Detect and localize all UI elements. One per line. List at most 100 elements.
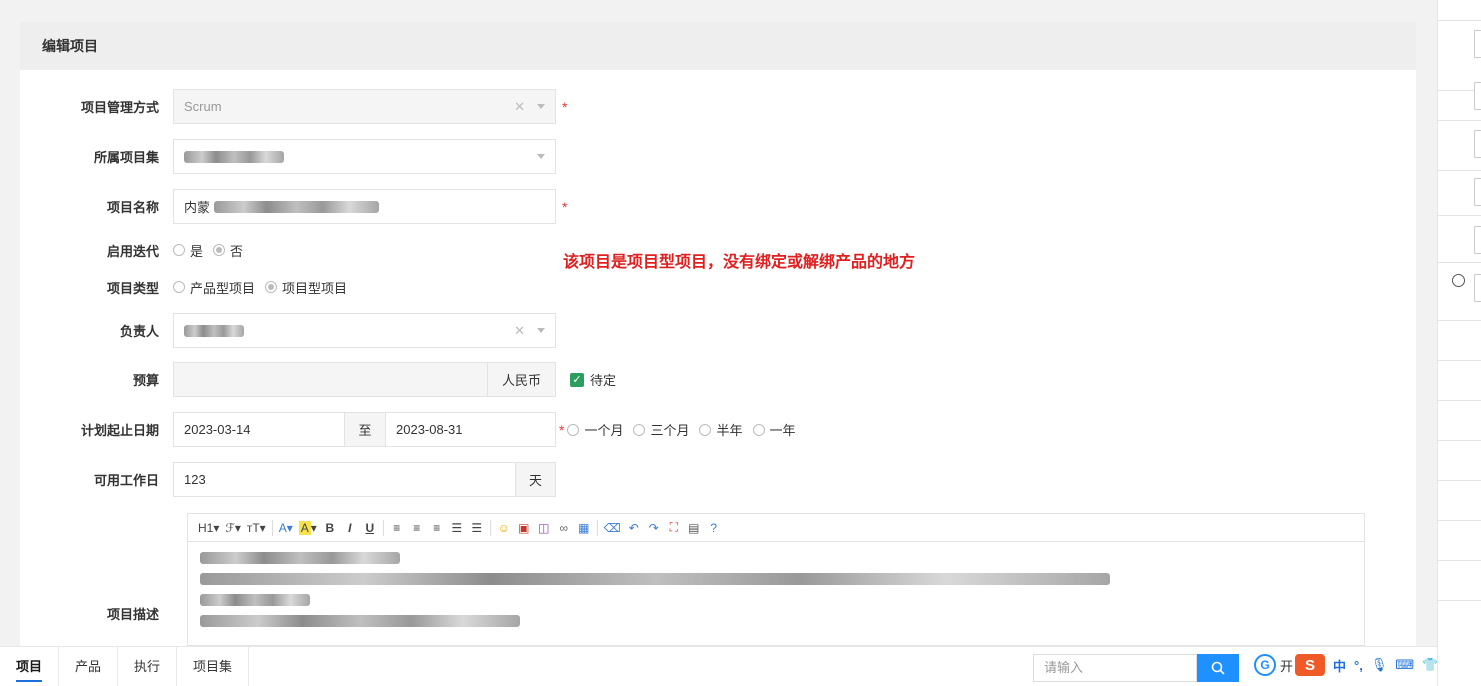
row-workdays: 可用工作日 123 天 [20, 462, 556, 497]
search-button[interactable] [1197, 654, 1239, 682]
italic-button[interactable]: I [343, 519, 357, 537]
code-icon[interactable]: ◫ [537, 519, 551, 537]
start-date-input[interactable]: 2023-03-14 [173, 412, 345, 447]
microphone-icon[interactable]: 🎙 [1371, 657, 1388, 673]
table-icon[interactable]: ▦ [577, 519, 591, 537]
required-mark: * [562, 198, 568, 215]
iteration-option-no[interactable]: 否 [213, 241, 243, 260]
iteration-radio-group: 是 否 [173, 241, 253, 260]
rail-divider [1438, 320, 1481, 321]
align-right-icon[interactable]: ≡ [430, 519, 444, 537]
rail-divider [1438, 480, 1481, 481]
rail-tab[interactable] [1474, 130, 1481, 158]
redo-icon[interactable]: ↷ [647, 519, 661, 537]
heading-button[interactable]: H1 ▾ [198, 519, 219, 537]
rail-tab[interactable] [1474, 226, 1481, 254]
rail-tab[interactable] [1474, 30, 1481, 58]
preset-three-months[interactable]: 三个月 [633, 420, 689, 439]
radio-icon [567, 423, 580, 436]
browser-logo-icon[interactable]: G [1254, 654, 1276, 676]
bold-button[interactable]: B [323, 519, 337, 537]
option-label: 一年 [769, 423, 796, 438]
nav-product[interactable]: 产品 [59, 646, 119, 686]
option-label: 产品型项目 [190, 280, 256, 296]
owner-label: 负责人 [119, 324, 159, 339]
highlight-label: A [298, 520, 311, 535]
workdays-label: 可用工作日 [93, 473, 159, 488]
help-icon[interactable]: ? [707, 519, 721, 537]
rail-divider [1438, 520, 1481, 521]
preset-one-month[interactable]: 一个月 [567, 420, 623, 439]
workdays-unit: 天 [516, 462, 556, 497]
iteration-option-yes[interactable]: 是 [173, 241, 203, 260]
system-tray: G 开 S 中 °, 🎙 ⌨ 👕 [1254, 654, 1438, 676]
editor-content[interactable] [188, 542, 1364, 646]
rail-tab[interactable] [1474, 178, 1481, 206]
nav-program[interactable]: 项目集 [177, 646, 250, 686]
budget-input[interactable] [173, 362, 488, 397]
unordered-list-icon[interactable]: ☰ [470, 519, 484, 537]
align-center-icon[interactable]: ≡ [410, 519, 424, 537]
nav-project[interactable]: 项目 [0, 646, 60, 686]
option-label: 半年 [716, 423, 743, 438]
type-option-project[interactable]: 项目型项目 [265, 278, 347, 297]
image-icon[interactable]: ▣ [517, 519, 531, 537]
underline-button[interactable]: U [363, 519, 377, 537]
rail-divider [1438, 20, 1481, 21]
ordered-list-icon[interactable]: ☰ [450, 519, 464, 537]
owner-select[interactable]: ✕ [173, 313, 556, 348]
nav-execution[interactable]: 执行 [118, 646, 178, 686]
font-size-button[interactable]: тT ▾ [247, 519, 266, 537]
emoji-icon[interactable]: ☺ [497, 519, 511, 537]
date-separator: 至 [345, 412, 385, 447]
description-editor[interactable]: H1 ▾ ℱ ▾ тT ▾ A ▾ A ▾ B I U ≡ ≡ ≡ ☰ ☰ ☺ ▣ ◫ ∞… [187, 513, 1365, 646]
align-left-icon[interactable]: ≡ [390, 519, 404, 537]
clear-icon: ✕ [514, 322, 525, 338]
row-management: 项目管理方式 Scrum ✕ * [20, 89, 567, 124]
ime-language[interactable]: 中 [1333, 656, 1346, 675]
shirt-icon[interactable]: 👕 [1422, 657, 1438, 673]
type-option-product[interactable]: 产品型项目 [173, 278, 255, 297]
preset-one-year[interactable]: 一年 [752, 420, 796, 439]
start-date-value: 2023-03-14 [184, 422, 251, 437]
program-label: 所属项目集 [93, 150, 159, 165]
highlight-button[interactable]: A ▾ [298, 519, 317, 537]
rail-divider [1438, 600, 1481, 601]
rail-divider [1438, 560, 1481, 561]
rail-tab[interactable] [1474, 82, 1481, 110]
ime-logo-icon[interactable]: S [1295, 654, 1326, 676]
preset-half-year[interactable]: 半年 [699, 420, 743, 439]
end-date-input[interactable]: 2023-08-31 [385, 412, 556, 447]
undo-icon[interactable]: ↶ [627, 519, 641, 537]
date-presets: 一个月 三个月 半年 一年 [567, 420, 805, 439]
link-icon[interactable]: ∞ [557, 519, 571, 537]
ring-handle-icon[interactable] [1452, 274, 1465, 287]
keyboard-icon[interactable]: ⌨ [1395, 657, 1414, 673]
fullscreen-icon[interactable]: ⛶ [667, 519, 681, 537]
row-description: 项目描述 [20, 603, 173, 623]
program-select[interactable] [173, 139, 556, 174]
rail-divider [1438, 400, 1481, 401]
radio-icon [699, 423, 712, 436]
name-input[interactable]: 内蒙 [173, 189, 556, 224]
rail-divider [1438, 440, 1481, 441]
program-value-redacted [184, 150, 284, 163]
eraser-icon[interactable]: ⌫ [604, 519, 621, 537]
management-select[interactable]: Scrum ✕ [173, 89, 556, 124]
search-input[interactable]: 请输入 [1033, 654, 1197, 682]
tray-label: 开 [1280, 658, 1294, 674]
punctuation-icon[interactable]: °, [1354, 658, 1363, 673]
budget-pending-checkbox[interactable]: ✓ 待定 [570, 370, 616, 389]
font-color-button[interactable]: A ▾ [279, 519, 293, 537]
name-label: 项目名称 [106, 200, 159, 215]
nav-label: 项目 [16, 658, 43, 682]
font-family-button[interactable]: ℱ ▾ [225, 519, 240, 537]
template-icon[interactable]: ▤ [687, 519, 701, 537]
workdays-input[interactable]: 123 [173, 462, 516, 497]
end-date-value: 2023-08-31 [396, 422, 463, 437]
row-dates: 计划起止日期 2023-03-14 至 2023-08-31 * 一个月 三个月… [20, 412, 806, 447]
panel-title: 编辑项目 [20, 22, 1416, 70]
redacted-text [200, 594, 310, 606]
required-mark: * [562, 98, 568, 115]
rail-tab[interactable] [1474, 274, 1481, 302]
